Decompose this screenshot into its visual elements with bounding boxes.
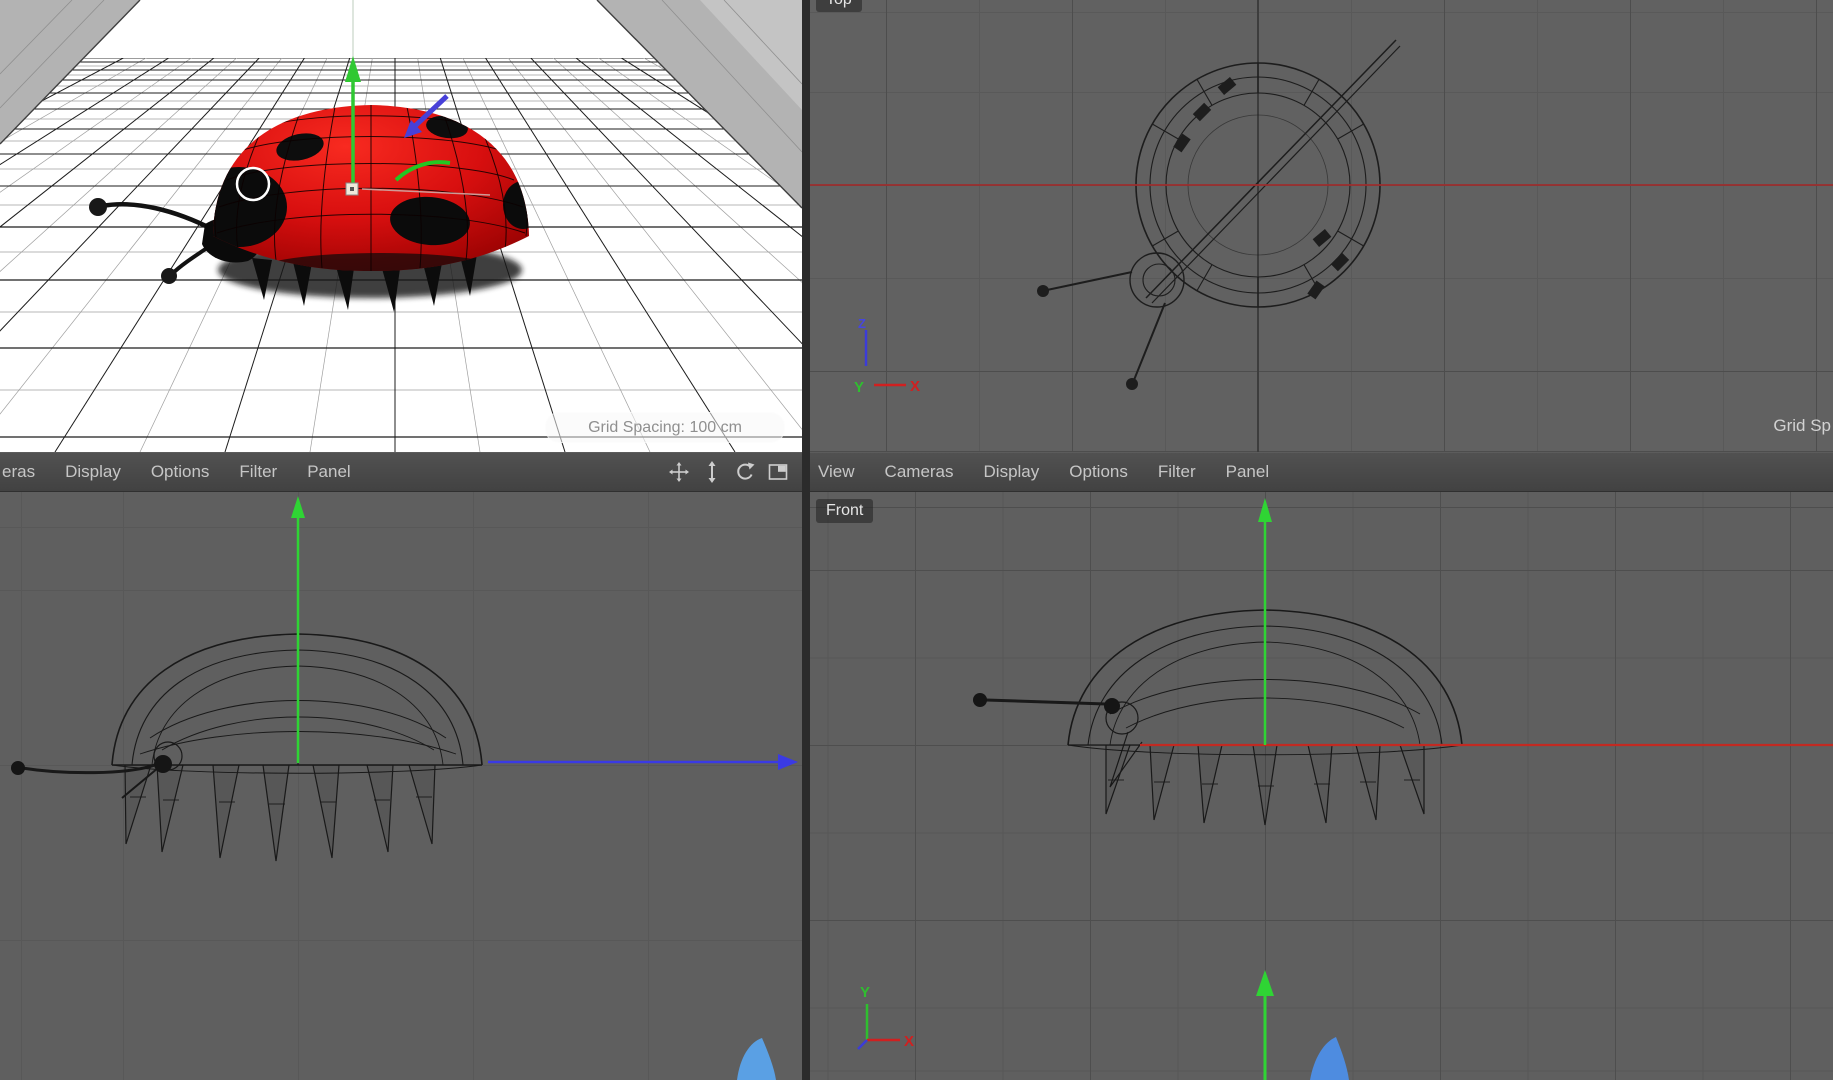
menu-filter[interactable]: Filter: [224, 462, 292, 482]
viewport-menubar-front: View Cameras Display Options Filter Pane…: [810, 452, 1833, 492]
ladybug-wireframe-front[interactable]: [985, 609, 1463, 826]
antenna-tip: [973, 693, 987, 707]
menu-cameras-clipped[interactable]: eras: [0, 462, 50, 482]
grid-spacing-hud: Grid Sp: [1773, 416, 1831, 435]
axis-z-arrowhead[interactable]: [778, 754, 798, 770]
antenna-tip: [89, 198, 107, 216]
axis-y-arrowhead[interactable]: [291, 496, 305, 518]
ladybug-wireframe-side[interactable]: [21, 633, 483, 862]
room-wall-left: [0, 0, 141, 145]
ladybug-wireframe-top[interactable]: [1037, 39, 1401, 390]
gizmo-y-arrowhead[interactable]: [345, 56, 361, 82]
antenna-tip: [11, 761, 25, 775]
axis-label-x: X: [904, 1033, 914, 1050]
room-wall-right: [596, 0, 802, 209]
viewport-divider[interactable]: [802, 0, 810, 1080]
gizmo-center-dot: [350, 187, 354, 191]
menu-display[interactable]: Display: [969, 462, 1055, 482]
axis-label-x: X: [910, 378, 920, 395]
viewport-nav-icons: [667, 453, 790, 491]
c4d-four-view-layout: Grid Spacing: 100 cm Z Y X Grid Sp eras …: [0, 0, 1833, 1080]
menu-panel[interactable]: Panel: [292, 462, 365, 482]
viewport-perspective[interactable]: Grid Spacing: 100 cm: [0, 0, 802, 452]
axis-indicator-front: Y X: [857, 984, 914, 1050]
grid-spacing-hud: Grid Spacing: 100 cm: [545, 412, 785, 443]
axis-y-arrowhead[interactable]: [1258, 498, 1272, 522]
viewport-name-front[interactable]: Front: [816, 499, 874, 523]
pan-view-icon[interactable]: [667, 460, 691, 484]
axis-y-arrowhead-lower[interactable]: [1256, 970, 1274, 996]
menu-view[interactable]: View: [810, 462, 870, 482]
menu-options[interactable]: Options: [1054, 462, 1143, 482]
viewport-menubar-side: eras Display Options Filter Panel: [0, 452, 802, 492]
menu-panel[interactable]: Panel: [1211, 462, 1284, 482]
front-canvas[interactable]: Y X: [810, 492, 1833, 1080]
viewport-front[interactable]: Y X Front: [810, 492, 1833, 1080]
viewport-top[interactable]: Z Y X Top Grid Sp: [810, 0, 1833, 452]
antenna-tip: [161, 268, 177, 284]
blue-axis-cone: [737, 1038, 776, 1080]
ladybug-head-dot: [154, 755, 172, 773]
viewport-side[interactable]: [0, 492, 802, 1080]
axis-label-y: Y: [860, 984, 870, 1001]
rotate-view-icon[interactable]: [733, 460, 757, 484]
perspective-canvas[interactable]: [0, 0, 802, 452]
menu-display[interactable]: Display: [50, 462, 136, 482]
axis-label-y: Y: [854, 379, 864, 396]
top-canvas[interactable]: Z Y X: [810, 0, 1833, 452]
toggle-fullscreen-icon[interactable]: [766, 460, 790, 484]
blue-axis-cone: [1310, 1037, 1349, 1080]
axis-label-z: Z: [858, 316, 866, 331]
axis-indicator-top: Z Y X: [854, 316, 920, 396]
menu-options[interactable]: Options: [136, 462, 225, 482]
menu-cameras[interactable]: Cameras: [870, 462, 969, 482]
viewport-name-top[interactable]: Top: [816, 0, 862, 12]
zoom-view-icon[interactable]: [700, 460, 724, 484]
menu-filter[interactable]: Filter: [1143, 462, 1211, 482]
ladybug-head-dot: [1104, 698, 1120, 714]
side-canvas[interactable]: [0, 492, 802, 1080]
